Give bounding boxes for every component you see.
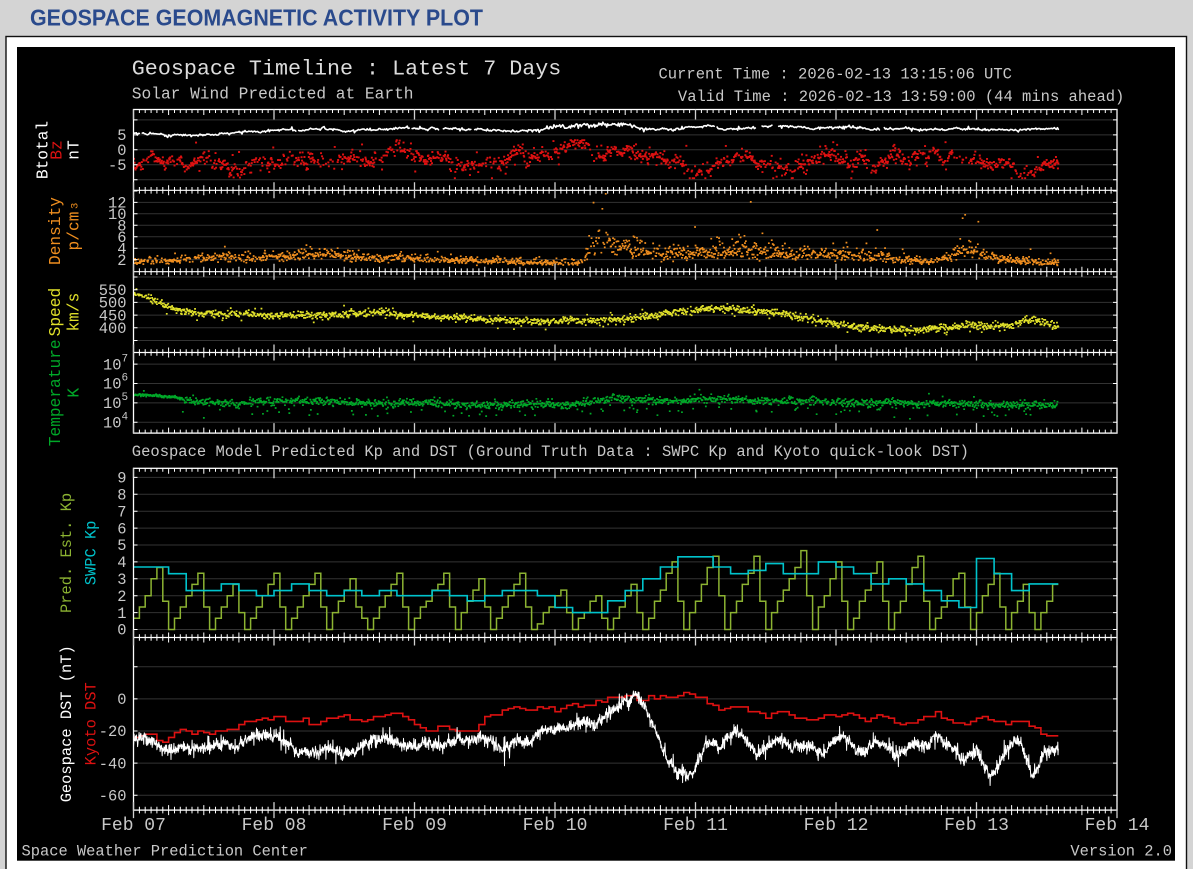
svg-text:5: 5 — [122, 392, 129, 404]
svg-text:GEOSPACE GEOMAGNETIC ACTIVITY: GEOSPACE GEOMAGNETIC ACTIVITY PLOT — [30, 5, 483, 31]
svg-text:Version 2.0: Version 2.0 — [1070, 842, 1172, 860]
svg-text:10: 10 — [103, 415, 121, 433]
svg-text:Geospace Timeline : Latest 7 D: Geospace Timeline : Latest 7 Days — [132, 57, 561, 82]
svg-text:Space Weather Prediction Cente: Space Weather Prediction Center — [22, 842, 308, 860]
svg-text:-20: -20 — [99, 723, 127, 741]
svg-text:5: 5 — [117, 537, 126, 555]
svg-text:Geospace DST (nT): Geospace DST (nT) — [58, 645, 76, 802]
svg-text:6: 6 — [122, 373, 129, 385]
svg-text:0: 0 — [117, 622, 126, 640]
svg-text:Feb 13: Feb 13 — [944, 816, 1009, 836]
svg-text:Feb 14: Feb 14 — [1085, 816, 1150, 836]
svg-text:km/s: km/s — [66, 293, 84, 332]
svg-text:Feb 12: Feb 12 — [804, 816, 869, 836]
svg-text:3: 3 — [117, 571, 126, 589]
svg-text:Kyoto DST: Kyoto DST — [83, 682, 101, 765]
svg-text:Density: Density — [47, 197, 65, 265]
svg-text:Solar Wind Predicted at Earth: Solar Wind Predicted at Earth — [132, 86, 414, 104]
svg-text:10: 10 — [103, 356, 121, 374]
svg-text:K: K — [66, 388, 84, 398]
svg-text:8: 8 — [117, 487, 126, 505]
svg-text:7: 7 — [122, 353, 129, 365]
svg-text:Speed: Speed — [47, 288, 65, 337]
svg-text:Pred. Est. Kp: Pred. Est. Kp — [58, 493, 76, 613]
svg-text:9: 9 — [117, 470, 126, 488]
svg-text:10: 10 — [103, 395, 121, 413]
svg-text:-5: -5 — [108, 157, 126, 175]
svg-text:Feb 07: Feb 07 — [101, 816, 166, 836]
svg-text:3: 3 — [70, 203, 82, 209]
svg-text:6: 6 — [117, 520, 126, 538]
svg-text:Feb 09: Feb 09 — [382, 816, 447, 836]
svg-text:2: 2 — [117, 252, 126, 270]
svg-text:0: 0 — [117, 691, 126, 709]
svg-text:Feb 10: Feb 10 — [523, 816, 588, 836]
svg-text:2: 2 — [117, 588, 126, 606]
svg-text:7: 7 — [117, 503, 126, 521]
svg-text:1: 1 — [117, 605, 126, 623]
svg-text:Bz: Bz — [49, 140, 67, 159]
svg-text:-40: -40 — [99, 755, 127, 773]
svg-text:Temperature: Temperature — [47, 339, 65, 446]
svg-text:nT: nT — [66, 140, 84, 160]
svg-text:4: 4 — [122, 412, 129, 424]
svg-text:p/cm: p/cm — [66, 212, 84, 251]
svg-text:Valid Time : 2026-02-13 13:59:: Valid Time : 2026-02-13 13:59:00 (44 min… — [678, 88, 1124, 106]
svg-text:400: 400 — [99, 320, 127, 338]
svg-text:SWPC Kp: SWPC Kp — [83, 521, 101, 586]
svg-text:10: 10 — [103, 376, 121, 394]
svg-text:Feb 11: Feb 11 — [663, 816, 728, 836]
svg-text:Feb 08: Feb 08 — [242, 816, 307, 836]
svg-text:Geospace Model Predicted Kp an: Geospace Model Predicted Kp and DST (Gro… — [132, 443, 969, 461]
svg-text:-60: -60 — [99, 787, 127, 805]
svg-text:Current Time : 2026-02-13 13:1: Current Time : 2026-02-13 13:15:06 UTC — [659, 66, 1012, 84]
svg-text:4: 4 — [117, 554, 126, 572]
